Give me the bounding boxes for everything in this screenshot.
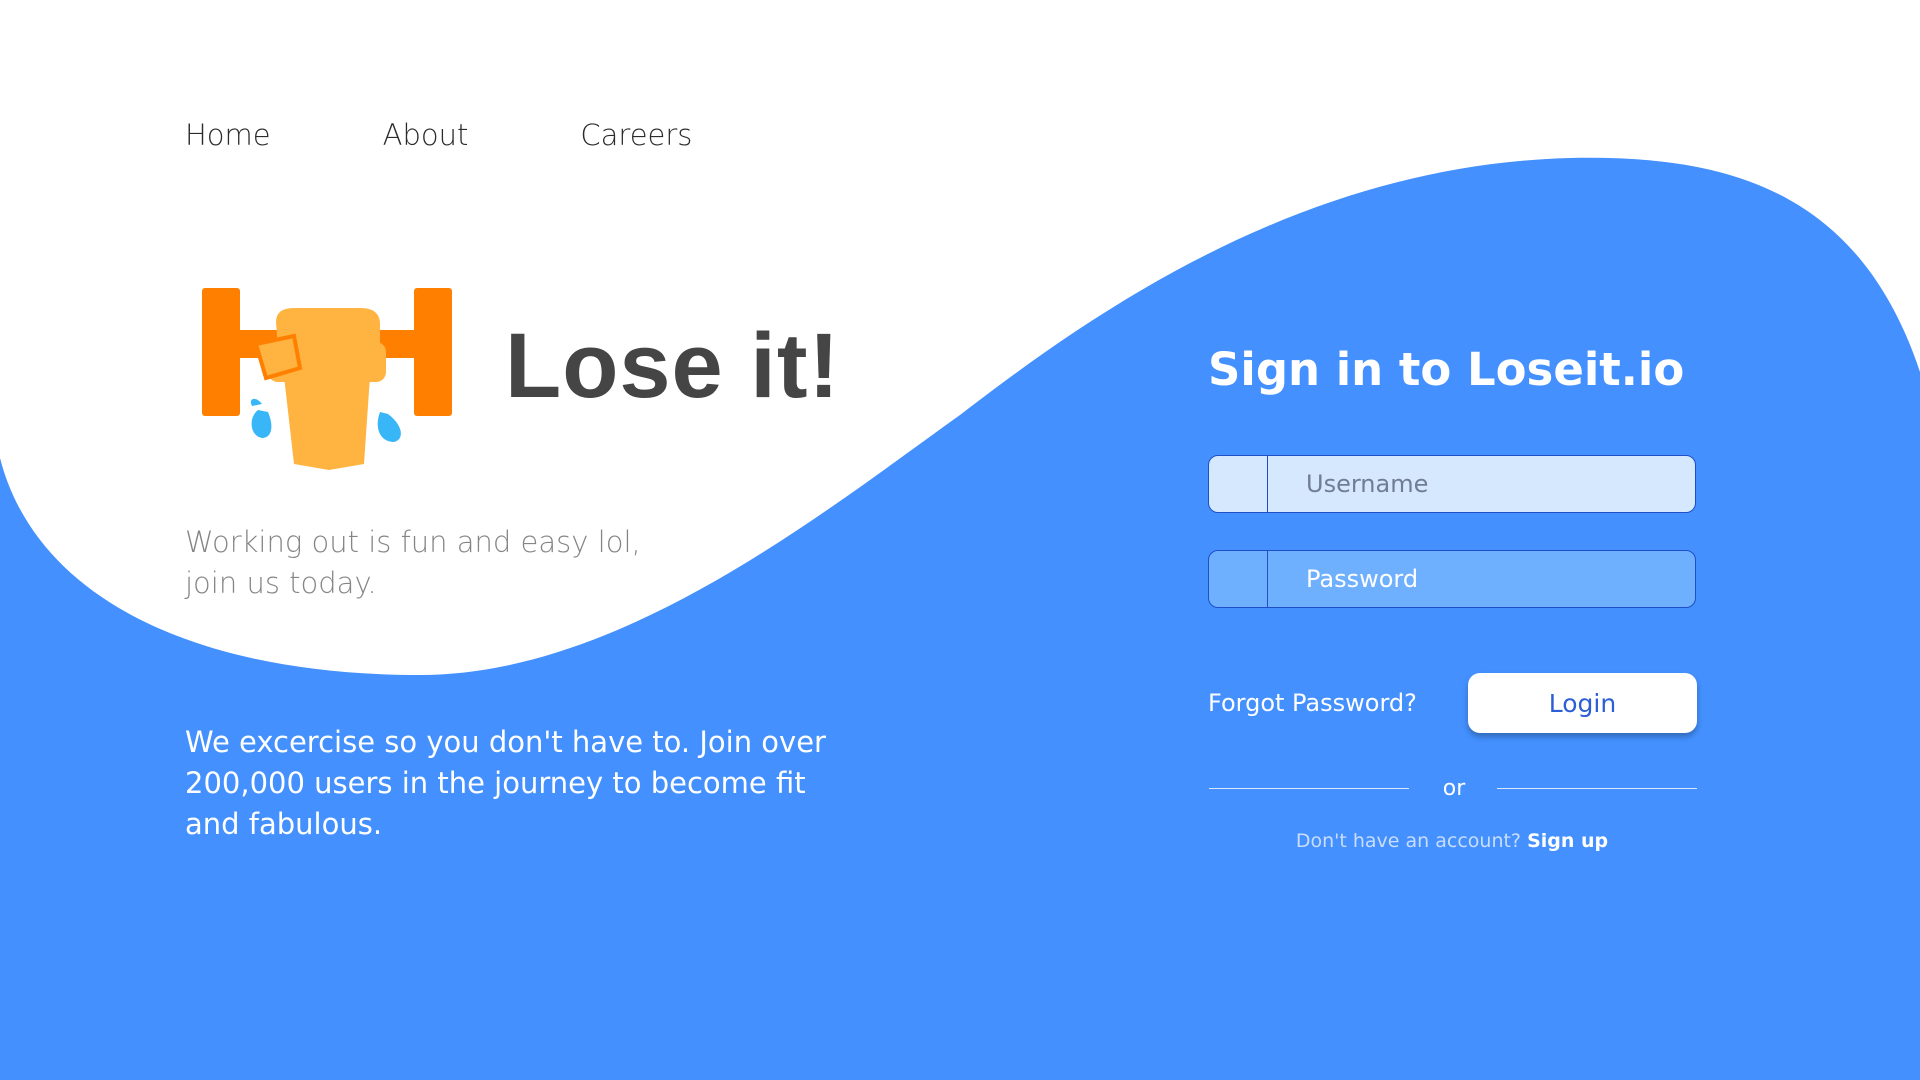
divider-right bbox=[1497, 788, 1697, 789]
password-input[interactable] bbox=[1268, 551, 1695, 607]
hero-description: We excercise so you don't have to. Join … bbox=[185, 725, 826, 841]
password-prefix-box bbox=[1209, 551, 1268, 607]
brand-title: Lose it! bbox=[505, 315, 841, 417]
username-prefix-box bbox=[1209, 456, 1268, 512]
password-field bbox=[1208, 550, 1696, 608]
nav-link-home[interactable]: Home bbox=[185, 118, 271, 152]
divider-left bbox=[1209, 788, 1409, 789]
signin-title: Sign in to Loseit.io bbox=[1208, 343, 1685, 396]
login-button[interactable]: Login bbox=[1468, 673, 1697, 733]
username-field bbox=[1208, 455, 1696, 513]
username-input[interactable] bbox=[1268, 456, 1695, 512]
nav-link-about[interactable]: About bbox=[383, 118, 469, 152]
forgot-password-link[interactable]: Forgot Password? bbox=[1208, 689, 1417, 717]
nav-link-careers[interactable]: Careers bbox=[580, 118, 692, 152]
no-account-text: Don't have an account? bbox=[1295, 830, 1522, 852]
or-separator: or bbox=[1442, 776, 1466, 801]
main-nav: Home About Careers bbox=[185, 118, 804, 152]
signup-link[interactable]: Sign up bbox=[1527, 830, 1608, 852]
weightlifting-icon bbox=[202, 288, 452, 470]
signup-prompt: Don't have an account? Sign up bbox=[1208, 830, 1696, 852]
hero-tagline: Working out is fun and easy lol, join us… bbox=[185, 525, 641, 600]
